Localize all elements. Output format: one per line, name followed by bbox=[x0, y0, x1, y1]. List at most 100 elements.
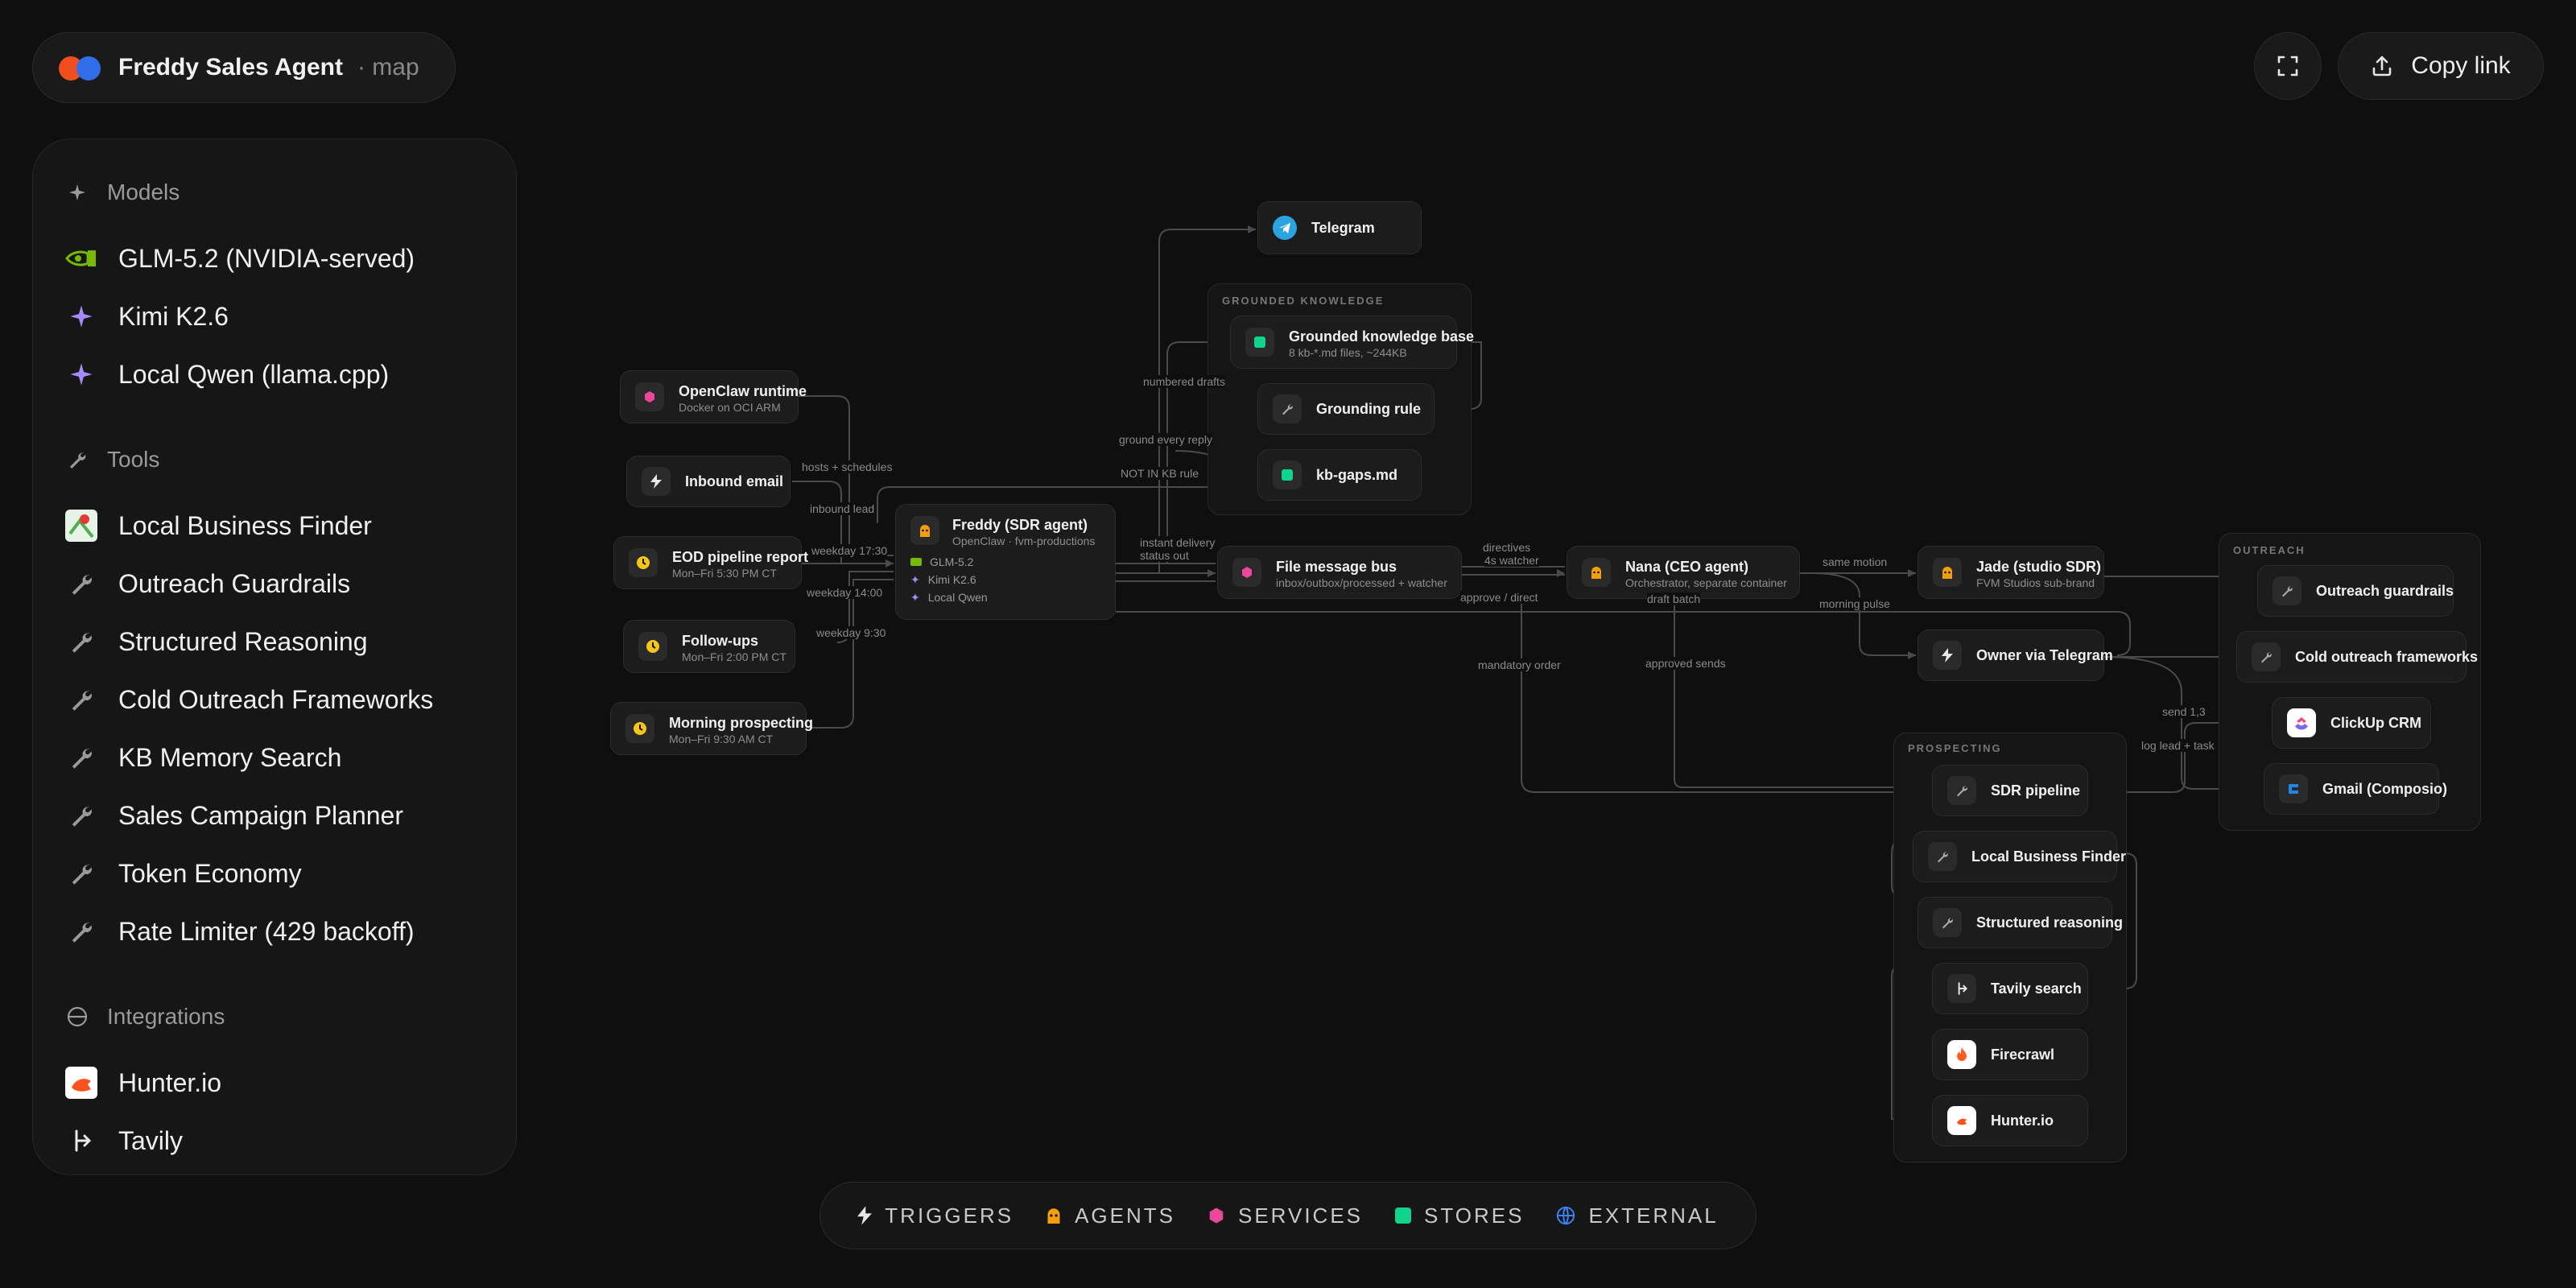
node-grounding-rule[interactable]: Grounding rule bbox=[1257, 383, 1435, 435]
sidebar-item-hunter[interactable]: Hunter.io bbox=[65, 1054, 516, 1112]
sparkle-icon: ✦ bbox=[910, 573, 920, 586]
tavily-icon bbox=[1947, 974, 1976, 1003]
sidebar-item-token-economy[interactable]: Token Economy bbox=[65, 844, 516, 902]
nvidia-icon bbox=[910, 558, 922, 566]
edge-label-instant-delivery: instant delivery bbox=[1140, 536, 1216, 549]
globe-icon bbox=[1557, 1206, 1575, 1225]
wrench-icon bbox=[1273, 394, 1302, 423]
edge-label-numbered-drafts: numbered drafts bbox=[1143, 375, 1225, 388]
legend-stores: STORES bbox=[1395, 1203, 1524, 1228]
node-openclaw-runtime[interactable]: OpenClaw runtime Docker on OCI ARM bbox=[620, 370, 807, 423]
sidebar-item-kb-memory-search[interactable]: KB Memory Search bbox=[65, 729, 516, 786]
freddy-model-glm: GLM-5.2 bbox=[910, 553, 973, 571]
wrench-icon bbox=[1947, 776, 1976, 805]
node-knowledge-base[interactable]: Grounded knowledge base 8 kb-*.md files, … bbox=[1230, 316, 1474, 369]
clock-icon bbox=[638, 632, 667, 661]
edge-label-ground-every-reply: ground every reply bbox=[1119, 433, 1212, 446]
edge-label-morning-pulse: morning pulse bbox=[1819, 597, 1890, 610]
node-morning-prospecting[interactable]: Morning prospecting Mon–Fri 9:30 AM CT bbox=[610, 702, 813, 755]
wrench-icon bbox=[65, 741, 97, 774]
app-logo bbox=[59, 53, 104, 82]
wrench-icon bbox=[1933, 908, 1962, 937]
node-nana-agent[interactable]: Nana (CEO agent) Orchestrator, separate c… bbox=[1567, 546, 1800, 599]
agent-icon bbox=[1047, 1208, 1060, 1224]
hunter-icon bbox=[65, 1067, 97, 1099]
sparkle-icon bbox=[65, 358, 97, 390]
copy-link-label: Copy link bbox=[2411, 52, 2511, 79]
node-kb-gaps[interactable]: kb-gaps.md bbox=[1257, 449, 1422, 501]
sparkle-icon bbox=[65, 300, 97, 332]
node-gmail[interactable]: Gmail (Composio) bbox=[2264, 763, 2447, 815]
copy-link-button[interactable]: Copy link bbox=[2338, 32, 2544, 100]
node-clickup-crm[interactable]: ClickUp CRM bbox=[2272, 697, 2431, 749]
edge-label-mandatory-order: mandatory order bbox=[1478, 658, 1561, 671]
sidebar-item-tavily[interactable]: Tavily bbox=[65, 1112, 516, 1170]
sidebar: Models GLM-5.2 (NVIDIA-served) Kimi K2.6… bbox=[32, 138, 517, 1175]
node-inbound-email[interactable]: Inbound email bbox=[626, 456, 791, 507]
sidebar-item-sales-campaign-planner[interactable]: Sales Campaign Planner bbox=[65, 786, 516, 844]
sidebar-item-local-business-finder[interactable]: Local Business Finder bbox=[65, 497, 516, 555]
app-title-pill: Freddy Sales Agent · map bbox=[32, 32, 456, 103]
edge-label-weekday930: weekday 9:30 bbox=[816, 626, 886, 639]
edge-label-approve-direct: approve / direct bbox=[1460, 591, 1538, 604]
agent-icon bbox=[910, 516, 939, 545]
sidebar-item-qwen[interactable]: Local Qwen (llama.cpp) bbox=[65, 345, 516, 403]
edge-label-status-out: status out bbox=[1140, 549, 1189, 562]
hunter-icon bbox=[1947, 1106, 1976, 1135]
legend-services: SERVICES bbox=[1208, 1203, 1363, 1228]
service-icon bbox=[635, 382, 664, 411]
expand-icon bbox=[2277, 56, 2298, 76]
wrench-icon bbox=[2273, 576, 2301, 605]
sparkle-icon: ✦ bbox=[910, 591, 920, 604]
globe-icon bbox=[65, 1006, 89, 1027]
wrench-icon bbox=[65, 625, 97, 658]
node-followups[interactable]: Follow-ups Mon–Fri 2:00 PM CT bbox=[623, 620, 795, 673]
node-telegram[interactable]: Telegram bbox=[1257, 201, 1422, 254]
sidebar-item-glm[interactable]: GLM-5.2 (NVIDIA-served) bbox=[65, 229, 516, 287]
edge-label-same-motion: same motion bbox=[1823, 555, 1888, 568]
node-owner-telegram[interactable]: Owner via Telegram bbox=[1918, 630, 2113, 681]
bolt-icon bbox=[857, 1206, 873, 1225]
freddy-model-kimi: ✦ Kimi K2.6 bbox=[910, 571, 976, 588]
legend-triggers: TRIGGERS bbox=[857, 1203, 1013, 1228]
node-eod-report[interactable]: EOD pipeline report Mon–Fri 5:30 PM CT bbox=[613, 536, 808, 589]
node-file-message-bus[interactable]: File message bus inbox/outbox/processed +… bbox=[1217, 546, 1462, 599]
sidebar-item-rate-limiter[interactable]: Rate Limiter (429 backoff) bbox=[65, 902, 516, 960]
fullscreen-button[interactable] bbox=[2254, 32, 2322, 100]
nvidia-icon bbox=[65, 242, 97, 275]
edge-label-log-lead: log lead + task bbox=[2141, 739, 2215, 752]
sidebar-item-structured-reasoning[interactable]: Structured Reasoning bbox=[65, 613, 516, 671]
node-firecrawl[interactable]: Firecrawl bbox=[1932, 1029, 2088, 1080]
sparkle-icon bbox=[65, 184, 89, 201]
freddy-model-qwen: ✦ Local Qwen bbox=[910, 588, 988, 606]
wrench-icon bbox=[65, 799, 97, 832]
outreach-label: OUTREACH bbox=[2233, 544, 2306, 556]
legend-agents: AGENTS bbox=[1046, 1203, 1175, 1228]
node-freddy-agent[interactable]: Freddy (SDR agent) OpenClaw · fvm-product… bbox=[895, 504, 1116, 620]
sidebar-item-outreach-guardrails[interactable]: Outreach Guardrails bbox=[65, 555, 516, 613]
node-local-business-finder[interactable]: Local Business Finder bbox=[1913, 831, 2126, 882]
wrench-icon bbox=[65, 568, 97, 600]
models-section-header: Models bbox=[65, 171, 516, 213]
node-structured-reasoning[interactable]: Structured reasoning bbox=[1918, 897, 2123, 948]
edge-label-directives: directives bbox=[1483, 541, 1531, 554]
edge-label-weekday1730: weekday 17:30 bbox=[811, 544, 888, 557]
node-jade-agent[interactable]: Jade (studio SDR) FVM Studios sub-brand bbox=[1918, 546, 2104, 599]
telegram-icon bbox=[1273, 216, 1297, 240]
grounded-knowledge-label: GROUNDED KNOWLEDGE bbox=[1222, 295, 1385, 307]
sidebar-item-cold-outreach-frameworks[interactable]: Cold Outreach Frameworks bbox=[65, 671, 516, 729]
integrations-section-header: Integrations bbox=[65, 996, 516, 1038]
node-cold-outreach-frameworks[interactable]: Cold outreach frameworks bbox=[2236, 631, 2478, 683]
app-subtitle: · map bbox=[357, 54, 419, 80]
wrench-icon bbox=[65, 857, 97, 890]
clickup-icon bbox=[2287, 708, 2316, 737]
node-hunter[interactable]: Hunter.io bbox=[1932, 1095, 2088, 1146]
node-outreach-guardrails[interactable]: Outreach guardrails bbox=[2257, 565, 2454, 617]
sidebar-item-kimi[interactable]: Kimi K2.6 bbox=[65, 287, 516, 345]
service-icon bbox=[1232, 558, 1261, 587]
node-tavily-search[interactable]: Tavily search bbox=[1932, 963, 2088, 1014]
wrench-icon bbox=[1928, 842, 1957, 871]
wrench-icon bbox=[2252, 642, 2281, 671]
node-sdr-pipeline[interactable]: SDR pipeline bbox=[1932, 765, 2088, 816]
wrench-icon bbox=[65, 450, 89, 469]
